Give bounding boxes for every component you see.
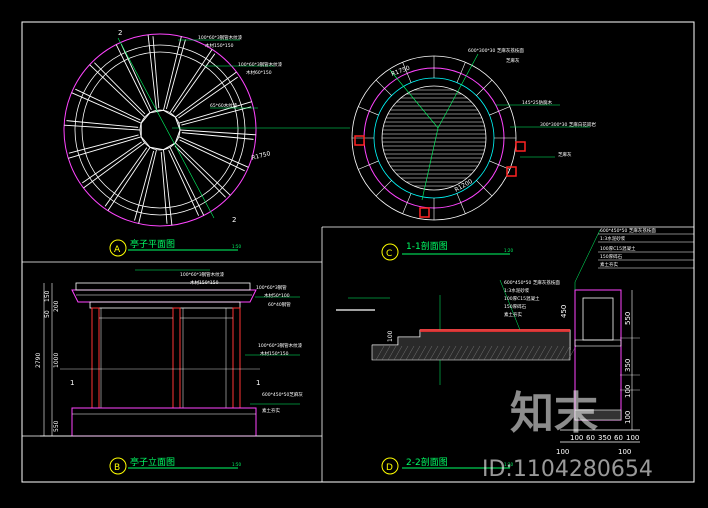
section-dim: 100 bbox=[624, 411, 632, 424]
elev-dim: 150 bbox=[44, 290, 51, 302]
elev-note: 100*60*3钢管 bbox=[256, 284, 287, 291]
panel-scale: 1:50 bbox=[232, 244, 241, 249]
drawing-line bbox=[68, 134, 139, 154]
plan-a-section-mark: 2 bbox=[232, 216, 236, 224]
drawing-line bbox=[152, 36, 160, 109]
drawing-line bbox=[175, 71, 237, 118]
roof-plan bbox=[63, 33, 350, 227]
section-bottom-dim: 100 bbox=[618, 448, 631, 456]
section-layer: 素土夯实 bbox=[504, 311, 522, 318]
panel-scale: 1:20 bbox=[504, 248, 513, 253]
section-layer: 100厚C15混凝土 bbox=[600, 245, 636, 252]
panel-letter: B bbox=[114, 463, 120, 473]
panel-title: 2-2剖面图 bbox=[406, 456, 448, 468]
elev-note: 60*40钢管 bbox=[268, 301, 291, 308]
section-dim: 100 bbox=[387, 330, 394, 342]
drawing-line bbox=[178, 136, 249, 168]
elev-dim: 50 bbox=[44, 310, 51, 318]
section-bottom-dim: 60 bbox=[614, 434, 623, 442]
panel-letter: C bbox=[386, 249, 392, 259]
drawing-line bbox=[82, 141, 142, 184]
drawing-line bbox=[68, 136, 142, 159]
plan-c-note: 145*25防腐木 bbox=[522, 99, 553, 106]
plan-c-note: 300*300*30 芝麻白花岗岩 bbox=[540, 121, 596, 128]
elev-note: 木材50*100 bbox=[264, 292, 290, 299]
elev-section-mark: 1 bbox=[70, 379, 74, 387]
panel-title: 亭子立面图 bbox=[130, 456, 175, 468]
section-dim: 450 bbox=[560, 305, 568, 318]
drawing-line bbox=[160, 151, 168, 224]
cad-drawing-sheet: 2 2 R1750 100*60*3钢管木纹漆 木材150*150 100*60… bbox=[0, 0, 708, 508]
drawing-line bbox=[75, 88, 141, 121]
cad-canvas: 2 2 R1750 100*60*3钢管木纹漆 木材150*150 100*60… bbox=[21, 21, 695, 483]
watermark-brand: 知末 bbox=[510, 388, 598, 439]
drawing-line bbox=[83, 142, 145, 189]
elev-dim: 1000 bbox=[53, 353, 60, 368]
elev-note: 100*60*3钢管木纹漆 bbox=[180, 271, 225, 278]
elev-note: 木材150*150 bbox=[260, 350, 289, 357]
plan-c-note: 600*300*30 芝麻灰荔枝面 bbox=[468, 47, 524, 54]
section-layer: 600*450*50 芝麻灰荔枝面 bbox=[504, 279, 560, 286]
elev-dim: 200 bbox=[53, 300, 60, 312]
drawing-line bbox=[375, 180, 392, 197]
panel-letter: D bbox=[386, 463, 393, 473]
section-bottom-dim: 100 bbox=[556, 448, 569, 456]
drawing-line bbox=[120, 44, 152, 110]
drawing-line bbox=[168, 150, 200, 216]
panel-title: 1-1剖面图 bbox=[406, 240, 448, 252]
watermark-id: ID:1104280654 bbox=[482, 457, 653, 482]
section-bottom-dim: 350 bbox=[598, 434, 611, 442]
plan-a-note: 100*60*3钢管木纹漆 bbox=[238, 61, 283, 68]
panel-title-a: A 亭子平面图 1:50 bbox=[109, 238, 241, 257]
drawing-line bbox=[163, 149, 173, 226]
drawing-line bbox=[181, 106, 252, 126]
drawing-line bbox=[476, 79, 493, 96]
section-bottom-dim: 100 bbox=[626, 434, 639, 442]
panel-title: 亭子平面图 bbox=[130, 238, 175, 250]
section-layer: 100厚C15混凝土 bbox=[504, 295, 540, 302]
elev-section-mark: 1 bbox=[256, 379, 260, 387]
section-layer: 150厚碎石 bbox=[600, 253, 623, 260]
plan-c-note: 芝麻灰 bbox=[506, 57, 520, 64]
drawing-line bbox=[179, 129, 256, 136]
plan-c-note: 芝麻灰 bbox=[558, 151, 572, 158]
panel-scale: 1:50 bbox=[232, 462, 241, 467]
drawing-line bbox=[476, 180, 493, 197]
section-layer: 素土夯实 bbox=[600, 261, 618, 268]
elev-note: 木材150*150 bbox=[190, 279, 219, 286]
section-layer: 1:3水泥砂浆 bbox=[600, 235, 626, 242]
drawing-line bbox=[179, 139, 245, 172]
drawing-line bbox=[64, 124, 141, 131]
elev-note: 600*450*50芝麻灰 bbox=[262, 391, 303, 398]
section-dim: 350 bbox=[624, 359, 632, 372]
plan-a-note: 木材60*150 bbox=[246, 69, 272, 76]
section-dim: 100 bbox=[624, 385, 632, 398]
plan-a-note: 木材150*150 bbox=[205, 42, 234, 49]
panel-title-b: B 亭子立面图 1:50 bbox=[109, 456, 241, 475]
elev-dim: 2790 bbox=[35, 353, 42, 368]
paving-plan bbox=[351, 53, 590, 221]
elev-dim: 550 bbox=[53, 420, 60, 432]
section-layer: 1:3水泥砂浆 bbox=[504, 287, 530, 294]
plan-a-note: 65*60木纹漆 bbox=[210, 102, 238, 109]
section-layer: 150厚碎石 bbox=[504, 303, 527, 310]
drawing-line bbox=[178, 76, 238, 119]
section-layer: 600*450*50 芝麻灰荔枝面 bbox=[600, 227, 656, 234]
plan-a-section-mark: 2 bbox=[118, 29, 122, 37]
elev-note: 100*60*3钢管木纹漆 bbox=[258, 342, 303, 349]
section-dim: 550 bbox=[624, 312, 632, 325]
drawing-line bbox=[375, 79, 392, 96]
elev-note: 素土夯实 bbox=[262, 407, 280, 414]
plan-a-note: 100*60*3钢管木纹漆 bbox=[198, 34, 243, 41]
drawing-line bbox=[71, 92, 142, 124]
drawing-line bbox=[147, 34, 157, 111]
panel-letter: A bbox=[114, 245, 121, 255]
panel-title-c: C 1-1剖面图 1:20 bbox=[381, 240, 513, 261]
